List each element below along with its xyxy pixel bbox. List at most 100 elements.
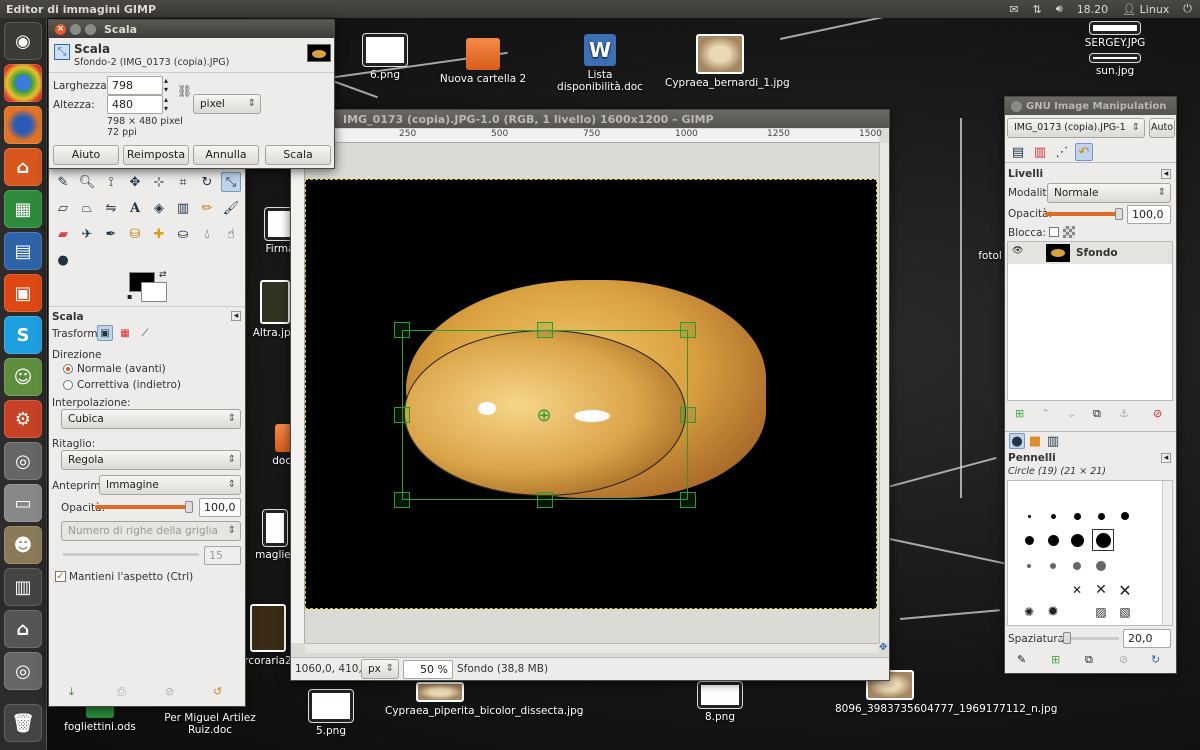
scale-handle-top-left[interactable] [394,322,410,338]
desktop-icon-cypraea[interactable]: Cypraea_bernardi_1.jpg [665,34,790,89]
software-center-icon[interactable]: ▣ [4,274,42,312]
libreoffice-calc-icon[interactable]: ▦ [4,190,42,228]
brush-item[interactable]: ✹ [1044,603,1062,621]
clock[interactable]: 18.20 [1077,3,1109,16]
image-selector[interactable]: IMG_0173 (copia).JPG-1 [1007,118,1145,138]
lock-pixels-checkbox[interactable] [1049,227,1059,237]
brush-item[interactable] [1068,557,1086,575]
desktop-icon-sergey[interactable]: SERGEY.JPG [1060,22,1170,49]
layer-opacity-field[interactable]: 100,0 [1127,205,1171,224]
brush-item-selected[interactable] [1092,529,1114,551]
brush-item[interactable] [1020,507,1038,525]
refresh-brushes-icon[interactable]: ↻ [1151,653,1160,666]
auto-button[interactable]: Auto [1149,118,1175,138]
reset-colors-icon[interactable]: ▪ [127,292,132,301]
camera-icon[interactable]: ◎ [4,442,42,480]
layers-menu-icon[interactable]: ◂ [1161,169,1171,179]
clipping-select[interactable]: Regola [61,450,241,470]
desktop-icon-6png[interactable]: 6.png [330,34,440,81]
direction-normal-radio[interactable] [63,364,73,374]
scale-button[interactable]: Scala [265,145,331,165]
system-settings-icon[interactable]: ⚙ [4,400,42,438]
home-folder-icon[interactable]: ⌂ [4,148,42,186]
skype-icon[interactable]: S [4,316,42,354]
brush-item[interactable]: ✕ [1092,581,1110,599]
options-menu-icon[interactable]: ◂ [231,311,241,321]
scanner-icon[interactable]: ▭ [4,484,42,522]
brush-item[interactable]: ▨ [1092,603,1110,621]
swap-colors-icon[interactable]: ⇄ [159,270,167,280]
network-icon[interactable]: ⇅ [1033,3,1042,16]
brush-item[interactable] [1044,557,1062,575]
eraser-tool-icon[interactable]: ▰ [53,224,73,244]
layers-dock-titlebar[interactable]: GNU Image Manipulation [1005,97,1176,115]
delete-options-icon[interactable]: ⊘ [165,685,174,698]
smudge-tool-icon[interactable]: ☝ [221,224,241,244]
delete-brush-icon[interactable]: ⊘ [1119,653,1128,666]
workspace-switcher-icon[interactable]: ▥ [4,568,42,606]
desktop-icon-per-miguel[interactable]: Per Miguel Artilez Ruiz.doc [155,712,265,736]
undo-tab-icon[interactable]: ↶ [1075,143,1093,161]
power-icon[interactable]: ⏻ [1183,2,1192,16]
opacity-slider-knob[interactable] [185,501,193,513]
scale-tool-icon[interactable]: ⤡ [221,172,241,192]
new-layer-icon[interactable]: ⊞ [1015,407,1024,420]
airbrush-tool-icon[interactable]: ✈ [77,224,97,244]
clone-tool-icon[interactable]: ⛁ [125,224,145,244]
duplicate-layer-icon[interactable]: ⧉ [1093,407,1101,421]
brush-item[interactable] [1068,507,1086,525]
height-spinner-icon[interactable]: ▴ ▾ [164,95,168,113]
crop-tool-icon[interactable]: ⌗ [173,172,193,192]
brush-item[interactable] [1068,531,1086,549]
paintbrush-tool-icon[interactable]: 🖌︎ [221,198,241,218]
reset-options-icon[interactable]: ↺ [213,685,222,698]
firefox-icon[interactable] [4,106,42,144]
interpolation-select[interactable]: Cubica [61,409,241,429]
scale-handle-bottom-right[interactable] [680,492,696,508]
heal-tool-icon[interactable]: ✚ [149,224,169,244]
volume-icon[interactable]: 🔊︎ [1056,2,1063,16]
visibility-eye-icon[interactable]: 👁︎ [1012,246,1023,256]
zoom-field[interactable]: 50 % [403,660,453,679]
vertical-scrollbar[interactable] [879,143,889,643]
flip-tool-icon[interactable]: ⇋ [101,198,121,218]
lock-alpha-icon[interactable] [1063,226,1075,238]
width-field[interactable]: 798 [107,76,163,95]
background-color[interactable] [141,282,167,302]
dodge-burn-icon[interactable]: ● [53,250,73,270]
blur-tool-icon[interactable]: 💧︎ [197,224,217,244]
reset-button[interactable]: Reimposta [123,145,189,165]
unit-selector[interactable]: px [361,659,399,679]
patterns-tab-icon[interactable]: ■ [1027,433,1043,449]
desktop-icon-8png[interactable]: 8.png [665,682,775,723]
image-window-titlebar[interactable]: IMG_0173 (copia).JPG-1.0 (RGB, 1 livello… [291,110,889,128]
scale-handle-left[interactable] [394,407,410,423]
measure-tool-icon[interactable]: ⟟ [101,172,121,192]
mail-icon[interactable]: ✉ [1009,3,1018,16]
brush-item[interactable] [1044,531,1062,549]
user-menu[interactable]: 👤︎ Linux [1122,3,1169,16]
grid-lines-slider[interactable] [63,553,199,556]
desktop-icon-rcoraria2[interactable]: rcoraria2 [238,604,298,667]
desktop-icon-folder[interactable]: Nuova cartella 2 [428,38,538,85]
brush-item[interactable] [1044,507,1062,525]
scale-handle-top-right[interactable] [680,322,696,338]
brush-item[interactable]: ✕ [1116,581,1134,600]
minimize-button[interactable] [70,23,81,35]
help-button[interactable]: Aiuto [53,145,119,165]
brush-item[interactable] [1116,507,1134,525]
scale-handle-bottom[interactable] [537,492,553,508]
gradient-tool-icon[interactable]: ▥ [173,198,193,218]
close-button[interactable] [1011,100,1022,112]
keep-aspect-checkbox[interactable]: ✓ [55,571,66,582]
bucket-fill-icon[interactable]: ◈ [149,198,169,218]
align-tool-icon[interactable]: ⊹ [149,172,169,192]
brush-item[interactable]: ▧ [1116,603,1134,621]
brush-item[interactable] [1092,557,1110,575]
delete-layer-icon[interactable]: ⊘ [1153,407,1162,420]
anchor-layer-icon[interactable]: ⚓︎ [1119,407,1129,420]
perspective-clone-icon[interactable]: ⛀ [173,224,193,244]
scale-dialog-titlebar[interactable]: × Scala [49,20,334,38]
brushes-grid[interactable]: ✕ ✕ ✕ ✺ ✹ ▨ ▧ [1007,480,1173,626]
navigate-icon[interactable]: ✥ [879,643,889,653]
